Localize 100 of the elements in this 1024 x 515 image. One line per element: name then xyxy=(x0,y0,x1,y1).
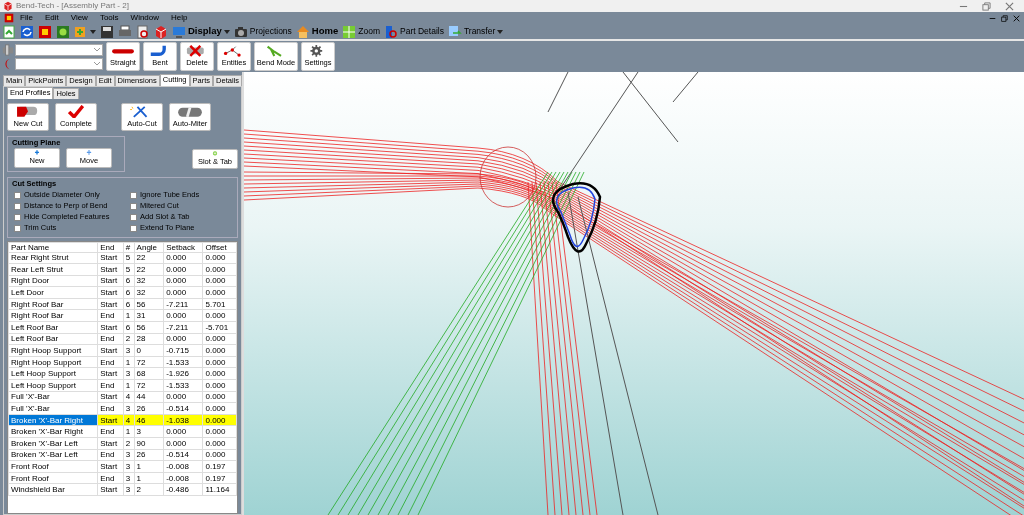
table-cell[interactable]: Right Roof Bar xyxy=(8,309,98,322)
table-cell[interactable]: 1 xyxy=(134,460,164,473)
column-header[interactable]: Angle xyxy=(134,242,164,252)
table-cell[interactable]: End xyxy=(97,425,124,438)
table-cell[interactable]: Start xyxy=(97,414,124,426)
table-cell[interactable]: -7.211 xyxy=(163,321,203,334)
table-cell[interactable]: -0.514 xyxy=(163,449,203,461)
toolbar-button[interactable]: Zoom xyxy=(342,24,380,39)
table-cell[interactable]: Start xyxy=(97,367,124,380)
table-cell[interactable]: End xyxy=(97,309,124,322)
table-cell[interactable]: 4 xyxy=(123,414,135,426)
table-cell[interactable]: 3 xyxy=(134,425,164,438)
restore-icon[interactable] xyxy=(1001,14,1008,22)
table-cell[interactable]: 2 xyxy=(123,333,135,345)
toolbar-button[interactable] xyxy=(74,24,96,39)
table-cell[interactable]: Left Hoop Support xyxy=(8,379,98,392)
table-cell[interactable]: 1 xyxy=(123,425,135,438)
toolbar-button[interactable]: Display xyxy=(172,24,230,39)
table-cell[interactable]: 0.000 xyxy=(202,252,237,264)
table-cell[interactable]: 26 xyxy=(134,402,164,415)
table-cell[interactable]: End xyxy=(97,472,124,484)
table-cell[interactable]: End xyxy=(97,379,124,392)
table-cell[interactable]: 0.000 xyxy=(163,275,203,287)
table-cell[interactable]: 0.000 xyxy=(163,437,203,450)
table-cell[interactable]: Rear Left Strut xyxy=(8,263,98,276)
table-cell[interactable]: 0.000 xyxy=(202,414,237,426)
table-cell[interactable]: 6 xyxy=(123,298,135,310)
menu-item[interactable]: View xyxy=(64,12,94,24)
table-cell[interactable]: Start xyxy=(97,263,124,276)
table-cell[interactable]: 0.197 xyxy=(202,472,237,484)
table-cell[interactable]: End xyxy=(97,333,124,345)
table-cell[interactable]: 5 xyxy=(123,252,135,264)
table-cell[interactable]: 0.000 xyxy=(202,437,237,450)
table-cell[interactable]: 2 xyxy=(134,483,164,496)
table-cell[interactable]: 0.000 xyxy=(163,425,203,438)
checkbox[interactable] xyxy=(14,191,21,199)
table-cell[interactable]: 28 xyxy=(134,333,164,345)
table-cell[interactable]: 22 xyxy=(134,263,164,276)
table-cell[interactable]: 2 xyxy=(123,437,135,450)
table-cell[interactable]: Front Roof xyxy=(8,460,98,473)
table-cell[interactable]: 1 xyxy=(123,379,135,392)
table-cell[interactable]: 0.000 xyxy=(202,402,237,415)
table-cell[interactable]: 0.000 xyxy=(202,391,237,403)
checkbox[interactable] xyxy=(130,224,137,232)
menu-item[interactable]: Tools xyxy=(93,12,125,24)
dropdown-field[interactable] xyxy=(15,43,103,56)
table-cell[interactable]: -1.533 xyxy=(163,379,203,392)
table-cell[interactable]: 56 xyxy=(134,298,164,310)
close-icon[interactable] xyxy=(1005,1,1014,11)
table-cell[interactable]: 31 xyxy=(134,309,164,322)
checkbox[interactable] xyxy=(14,202,21,210)
table-cell[interactable]: 6 xyxy=(123,286,135,299)
table-cell[interactable]: -5.701 xyxy=(202,321,237,334)
table-cell[interactable]: 0.000 xyxy=(202,263,237,276)
table-cell[interactable]: 0.000 xyxy=(202,344,237,357)
table-cell[interactable]: 0 xyxy=(134,344,164,357)
restore-icon[interactable] xyxy=(982,1,991,11)
toolbar-button[interactable] xyxy=(20,24,34,39)
table-cell[interactable]: 72 xyxy=(134,379,164,392)
table-cell[interactable]: 6 xyxy=(123,275,135,287)
column-header[interactable]: # xyxy=(123,242,135,252)
table-cell[interactable]: Left Roof Bar xyxy=(8,321,98,334)
table-cell[interactable]: Start xyxy=(97,252,124,264)
table-cell[interactable]: 3 xyxy=(123,449,135,461)
table-cell[interactable]: 0.000 xyxy=(163,286,203,299)
table-cell[interactable]: 56 xyxy=(134,321,164,334)
table-cell[interactable]: Broken 'X'-Bar Right xyxy=(8,425,98,438)
toolbar-button[interactable] xyxy=(100,24,114,39)
table-cell[interactable]: 0.000 xyxy=(163,333,203,345)
table-cell[interactable]: 32 xyxy=(134,275,164,287)
toolbar-button[interactable] xyxy=(136,24,150,39)
table-cell[interactable]: 4 xyxy=(123,391,135,403)
table-cell[interactable]: 0.197 xyxy=(202,460,237,473)
toolbar-button[interactable]: Home xyxy=(295,24,339,39)
table-cell[interactable]: 3 xyxy=(123,460,135,473)
checkbox[interactable] xyxy=(130,191,137,199)
table-cell[interactable]: 22 xyxy=(134,252,164,264)
table-cell[interactable]: -7.211 xyxy=(163,298,203,310)
table-cell[interactable]: Start xyxy=(97,391,124,403)
table-cell[interactable]: 0.000 xyxy=(202,356,237,368)
table-cell[interactable]: Left Hoop Support xyxy=(8,367,98,380)
table-cell[interactable]: -1.038 xyxy=(163,414,203,426)
menu-item[interactable]: File xyxy=(14,12,39,24)
table-cell[interactable]: -0.008 xyxy=(163,472,203,484)
table-cell[interactable]: 3 xyxy=(123,344,135,357)
table-cell[interactable]: 0.000 xyxy=(202,449,237,461)
toolbar-button[interactable]: Transfer xyxy=(447,24,504,39)
table-cell[interactable]: Start xyxy=(97,286,124,299)
toolbar-button[interactable]: Part Details xyxy=(384,24,444,39)
table-cell[interactable]: Left Door xyxy=(8,286,98,299)
table-cell[interactable]: 90 xyxy=(134,437,164,450)
close-icon[interactable] xyxy=(1013,14,1020,22)
table-cell[interactable]: 0.000 xyxy=(163,263,203,276)
table-cell[interactable]: End xyxy=(97,402,124,415)
table-cell[interactable]: -0.715 xyxy=(163,344,203,357)
column-header[interactable]: Offset xyxy=(202,242,237,252)
menu-item[interactable]: Window xyxy=(124,12,166,24)
table-cell[interactable]: 0.000 xyxy=(202,333,237,345)
column-header[interactable]: Setback xyxy=(163,242,203,252)
table-cell[interactable]: 3 xyxy=(123,472,135,484)
